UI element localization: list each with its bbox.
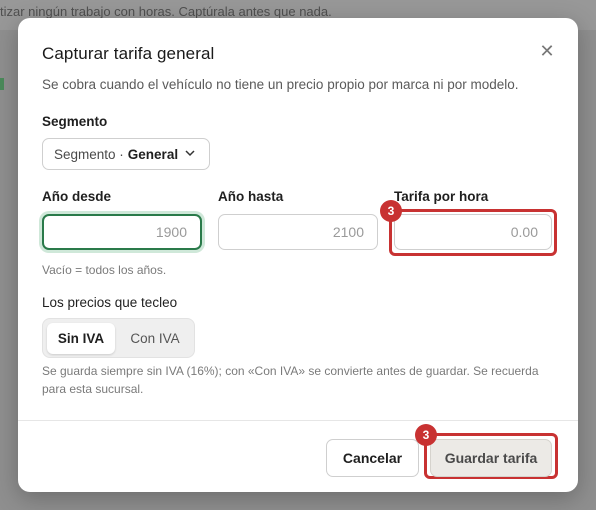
background-banner-text: tizar ningún trabajo con horas. Captúral…	[0, 4, 332, 19]
close-icon[interactable]: ✕	[538, 42, 556, 60]
rate-dialog: Capturar tarifa general ✕ Se cobra cuand…	[18, 18, 578, 492]
background-accent	[0, 78, 4, 90]
step-badge-rate: 3	[380, 200, 402, 222]
step-badge-save: 3	[415, 424, 437, 446]
segment-value: General	[127, 146, 179, 162]
price-note: Se guarda siempre sin IVA (16%); con «Co…	[42, 364, 539, 396]
save-button[interactable]: Guardar tarifa	[430, 439, 552, 477]
year-from-label: Año desde	[42, 189, 112, 204]
hourly-rate-label: Tarifa por hora	[394, 189, 489, 204]
price-mode-con-iva[interactable]: Con IVA	[119, 323, 191, 354]
price-mode-sin-iva[interactable]: Sin IVA	[47, 323, 115, 354]
dialog-subtitle: Se cobra cuando el vehículo no tiene un …	[42, 77, 519, 92]
segment-label: Segmento	[42, 114, 108, 129]
years-hint: Vacío = todos los años.	[42, 263, 167, 277]
footer-divider	[18, 420, 578, 421]
price-mode-toggle: Sin IVA Con IVA	[42, 318, 195, 358]
segment-prefix: Segmento ·	[54, 146, 124, 162]
price-mode-label: Los precios que tecleo	[42, 295, 178, 310]
cancel-button[interactable]: Cancelar	[326, 439, 419, 477]
dialog-title: Capturar tarifa general	[42, 44, 215, 63]
year-to-input[interactable]	[218, 214, 378, 250]
chevron-down-icon	[185, 149, 195, 160]
year-from-input[interactable]	[42, 214, 202, 250]
year-to-label: Año hasta	[218, 189, 284, 204]
segment-select[interactable]: Segmento · General	[42, 138, 210, 170]
hourly-rate-input[interactable]	[394, 214, 552, 250]
